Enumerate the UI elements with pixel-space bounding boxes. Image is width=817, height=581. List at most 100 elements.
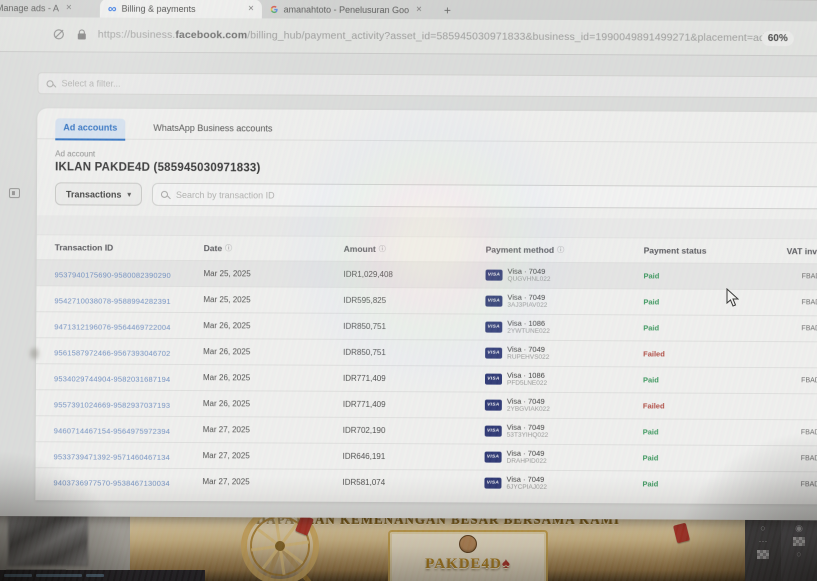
info-icon[interactable]: ⓘ bbox=[379, 244, 386, 254]
visa-icon: VISA bbox=[485, 400, 502, 411]
transaction-id-link[interactable]: 9537940175690-9580082390290 bbox=[55, 270, 171, 280]
transaction-id-link[interactable]: 9534029744904-9582031687194 bbox=[54, 374, 170, 384]
zoom-tool-icon[interactable]: ○ bbox=[760, 524, 765, 533]
amount-cell: IDR850,751 bbox=[343, 348, 485, 358]
app-status-bar bbox=[0, 570, 205, 581]
card-reference: PFD5LNE022 bbox=[507, 380, 547, 388]
payment-method-cell: VISA Visa · 7049 DRAHPID022 bbox=[485, 449, 643, 467]
page-content: Ad accounts WhatsApp Business accounts A… bbox=[0, 72, 817, 520]
visa-icon: VISA bbox=[485, 452, 502, 463]
transaction-id-link[interactable]: 9542710038078-9588994282391 bbox=[54, 296, 170, 306]
transaction-search-box[interactable] bbox=[152, 183, 817, 210]
transaction-search-input[interactable] bbox=[174, 188, 817, 204]
date-cell: Mar 27, 2025 bbox=[203, 451, 343, 461]
payment-method-cell: VISA Visa · 7049 QUGVHNL022 bbox=[486, 267, 644, 285]
pakde4d-logo-frame: PAKDE4D♠ bbox=[388, 530, 548, 581]
info-icon[interactable]: ⓘ bbox=[225, 243, 232, 253]
browser-window: er - Manage ads - A × ∞ Billing & paymen… bbox=[0, 0, 817, 520]
more-tools-icon[interactable]: ⋯ bbox=[759, 537, 768, 546]
visa-icon: VISA bbox=[484, 478, 501, 489]
payment-method-cell: VISA Visa · 7049 RUPEHVS022 bbox=[485, 345, 643, 363]
tool-icon[interactable]: ○ bbox=[796, 550, 801, 559]
new-tab-button[interactable]: + bbox=[444, 3, 451, 19]
vat-invoice-cell[interactable]: FBADS-634-10434646 bbox=[801, 377, 817, 384]
account-tabs: Ad accounts WhatsApp Business accounts bbox=[37, 108, 817, 144]
url-text[interactable]: https://business.facebook.com/billing_hu… bbox=[98, 29, 771, 45]
status-badge: Paid bbox=[642, 479, 785, 489]
date-cell: Mar 25, 2025 bbox=[203, 295, 343, 305]
mascot-face-graphic bbox=[459, 535, 477, 553]
transactions-button-label: Transactions bbox=[66, 189, 122, 199]
vat-invoice-cell[interactable]: FBADS-634-10434612 bbox=[801, 325, 817, 332]
amount-cell: IDR771,409 bbox=[343, 400, 485, 410]
transaction-id-link[interactable]: 9403736977570-9538467130034 bbox=[53, 478, 169, 488]
vat-invoice-cell[interactable]: FBADS-634-10434698 bbox=[801, 481, 817, 488]
tab-ad-accounts[interactable]: Ad accounts bbox=[55, 118, 125, 138]
status-badge: Paid bbox=[644, 271, 787, 281]
card-reference: RUPEHVS022 bbox=[507, 354, 549, 362]
swatch-icon[interactable] bbox=[793, 537, 805, 546]
info-icon[interactable]: ⓘ bbox=[557, 245, 564, 255]
amount-cell: IDR1,029,408 bbox=[344, 270, 486, 280]
card-label: Visa · 7049 bbox=[507, 293, 547, 302]
tool-icon[interactable]: ◉ bbox=[795, 524, 803, 533]
vat-invoice-cell[interactable]: FBADS-634-10434680 bbox=[801, 429, 817, 436]
tab-manage-ads[interactable]: er - Manage ads - A × bbox=[0, 0, 100, 18]
card-reference: 2YBGVIAK022 bbox=[507, 406, 550, 414]
meta-logo-icon: ∞ bbox=[108, 3, 117, 13]
table-body: 9537940175690-9580082390290 Mar 25, 2025… bbox=[35, 259, 817, 498]
payment-method-cell: VISA Visa · 1086 2YWTUNE022 bbox=[485, 319, 643, 337]
payment-method-cell: VISA Visa · 7049 53T3YIHQ022 bbox=[485, 423, 643, 441]
mouse-cursor bbox=[726, 288, 739, 307]
amount-cell: IDR702,190 bbox=[343, 426, 485, 436]
card-label: Visa · 1086 bbox=[507, 319, 550, 328]
filter-input[interactable] bbox=[60, 77, 817, 94]
card-reference: 3AJ3PIAV022 bbox=[507, 302, 547, 310]
card-reference: QUGVHNL022 bbox=[508, 276, 551, 284]
tab-billing-payments[interactable]: ∞ Billing & payments × bbox=[100, 0, 262, 18]
content-blocked-icon[interactable] bbox=[54, 29, 64, 39]
status-badge: Failed bbox=[643, 349, 786, 359]
column-vat-invoice: VAT invoice bbox=[787, 246, 817, 256]
close-icon[interactable]: × bbox=[248, 3, 254, 14]
vat-invoice-cell[interactable]: FBADS-634-10434560 bbox=[802, 273, 817, 280]
table-row[interactable]: 9403736977570-9538467130034 Mar 27, 2025… bbox=[35, 467, 817, 498]
visa-icon: VISA bbox=[485, 322, 502, 333]
transaction-id-link[interactable]: 9557391024669-9582937037193 bbox=[54, 400, 170, 410]
pakde4d-logo-text: PAKDE4D♠ bbox=[390, 556, 546, 573]
status-text-fragment bbox=[86, 574, 104, 577]
transaction-id-link[interactable]: 9471312196076-9564469722004 bbox=[54, 322, 170, 332]
transaction-id-link[interactable]: 9533739471392-9571460467134 bbox=[54, 452, 170, 462]
column-amount: Amountⓘ bbox=[344, 244, 486, 255]
column-date: Dateⓘ bbox=[204, 243, 344, 254]
lock-icon[interactable] bbox=[78, 33, 86, 39]
visa-icon: VISA bbox=[485, 426, 502, 437]
date-cell: Mar 26, 2025 bbox=[203, 347, 343, 357]
tab-whatsapp-business-accounts[interactable]: WhatsApp Business accounts bbox=[145, 119, 280, 140]
close-icon[interactable]: × bbox=[66, 2, 72, 13]
status-badge: Paid bbox=[643, 375, 786, 385]
table-controls: Transactions ▾ bbox=[37, 173, 817, 210]
transaction-id-link[interactable]: 9460714467154-9564975972394 bbox=[54, 426, 170, 436]
status-badge: Failed bbox=[643, 401, 786, 411]
status-badge: Paid bbox=[643, 453, 786, 463]
swatch-icon[interactable] bbox=[757, 550, 769, 559]
date-cell: Mar 26, 2025 bbox=[203, 399, 343, 409]
tab-google-search[interactable]: amanahtoto - Penelusuran Goo × bbox=[262, 0, 430, 19]
transaction-id-link[interactable]: 9561587972466-9567393046702 bbox=[54, 348, 170, 358]
zoom-level-badge[interactable]: 60% bbox=[762, 31, 794, 46]
side-panel-icon[interactable] bbox=[9, 188, 20, 198]
transactions-dropdown-button[interactable]: Transactions ▾ bbox=[55, 182, 142, 205]
date-cell: Mar 27, 2025 bbox=[202, 477, 342, 487]
amount-cell: IDR646,191 bbox=[343, 452, 485, 462]
card-reference: 6JYCPIAJ022 bbox=[506, 484, 547, 492]
date-cell: Mar 26, 2025 bbox=[203, 373, 343, 383]
filter-bar[interactable] bbox=[37, 72, 817, 99]
url-bar[interactable]: https://business.facebook.com/billing_hu… bbox=[0, 17, 817, 56]
close-icon[interactable]: × bbox=[416, 4, 422, 15]
vat-invoice-cell[interactable]: FBADS-634-10434694 bbox=[801, 455, 817, 462]
vat-invoice-cell[interactable]: FBADS-634-10434604 bbox=[802, 299, 817, 306]
amount-cell: IDR771,409 bbox=[343, 374, 485, 384]
search-icon bbox=[47, 80, 54, 87]
amount-cell: IDR595,825 bbox=[343, 296, 485, 306]
